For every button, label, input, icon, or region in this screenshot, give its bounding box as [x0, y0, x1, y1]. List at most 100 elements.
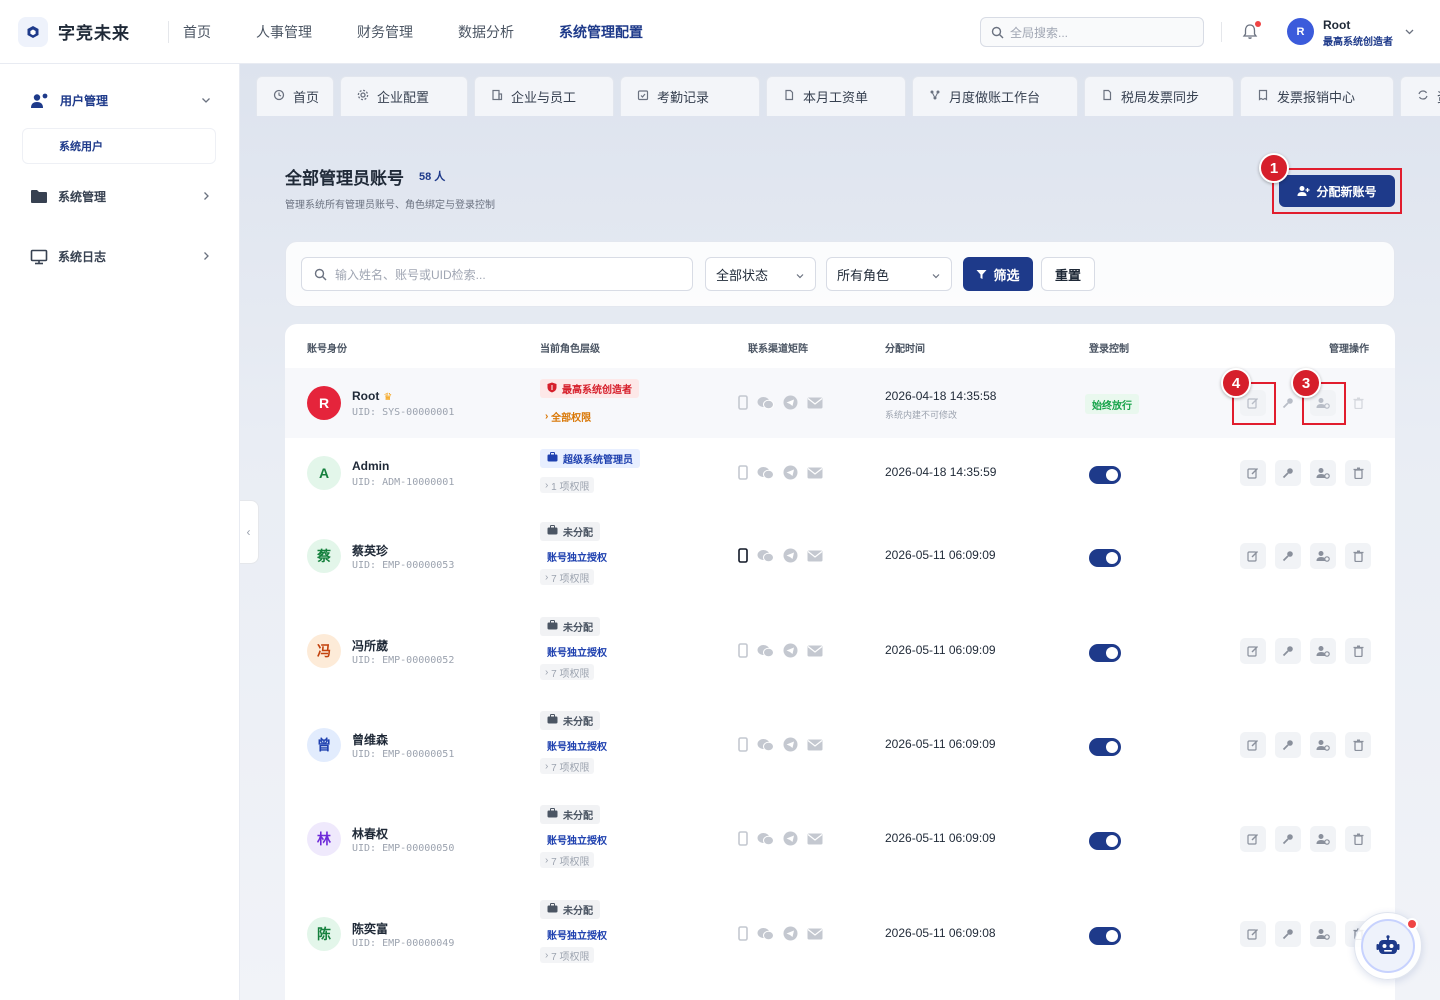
tab-invoice-reimbursement[interactable]: 发票报销中心	[1240, 76, 1394, 116]
mail-icon[interactable]	[807, 833, 823, 845]
assign-role-button[interactable]	[1310, 732, 1336, 758]
phone-icon[interactable]	[738, 395, 748, 410]
tab-tax-invoice-sync[interactable]: 税局发票同步	[1084, 76, 1234, 116]
assign-role-button[interactable]	[1310, 921, 1336, 947]
sidebar-collapse-handle[interactable]: ‹	[240, 500, 259, 564]
mail-icon[interactable]	[807, 550, 823, 562]
delete-button[interactable]	[1345, 543, 1371, 569]
phone-icon[interactable]	[738, 926, 748, 941]
sidebar-item-system-logs[interactable]: 系统日志	[30, 248, 212, 265]
edit-button[interactable]	[1240, 638, 1266, 664]
sidebar-item-system-management[interactable]: 系统管理	[30, 188, 212, 205]
global-search-input[interactable]: 全局搜索...	[980, 17, 1204, 47]
topnav-home[interactable]: 首页	[183, 22, 211, 42]
assign-role-button[interactable]	[1310, 460, 1336, 486]
reset-button[interactable]: 重置	[1041, 257, 1095, 291]
brand[interactable]: 字竞未来	[0, 16, 170, 47]
tab-attendance[interactable]: 考勤记录	[620, 76, 760, 116]
tab-monthly-accounting[interactable]: 月度做账工作台	[912, 76, 1078, 116]
user-name[interactable]: Root	[1323, 18, 1350, 32]
tab-more[interactable]: 资	[1400, 76, 1440, 116]
telegram-icon[interactable]	[783, 831, 798, 846]
mail-icon[interactable]	[807, 739, 823, 751]
chevron-down-icon[interactable]	[1404, 26, 1415, 37]
login-toggle[interactable]	[1089, 466, 1121, 484]
telegram-icon[interactable]	[783, 465, 798, 480]
phone-icon[interactable]	[738, 643, 748, 658]
delete-button[interactable]	[1345, 638, 1371, 664]
wechat-icon[interactable]	[757, 927, 774, 941]
table-row[interactable]: 陈陈奕富 UID: EMP-00000049 未分配 账号独立授权 › 7 项权限 20…	[285, 886, 1395, 982]
reset-password-button[interactable]	[1275, 543, 1301, 569]
telegram-icon[interactable]	[783, 926, 798, 941]
assign-role-button[interactable]	[1310, 543, 1336, 569]
mail-icon[interactable]	[807, 397, 823, 409]
topnav-system-config[interactable]: 系统管理配置	[559, 22, 643, 42]
wechat-icon[interactable]	[757, 738, 774, 752]
mail-icon[interactable]	[807, 928, 823, 940]
telegram-icon[interactable]	[783, 548, 798, 563]
permission-summary[interactable]: › 全部权限	[540, 408, 596, 424]
sidebar-item-user-management[interactable]: 用户管理	[30, 92, 212, 109]
mail-icon[interactable]	[807, 645, 823, 657]
reset-password-button[interactable]	[1275, 921, 1301, 947]
reset-password-button[interactable]	[1275, 732, 1301, 758]
permission-summary[interactable]: › 7 项权限	[540, 758, 595, 774]
tab-payroll[interactable]: 本月工资单	[766, 76, 906, 116]
permission-summary[interactable]: › 7 项权限	[540, 664, 595, 680]
user-avatar[interactable]: R	[1287, 18, 1314, 45]
delete-button[interactable]	[1345, 390, 1371, 416]
login-toggle[interactable]	[1089, 738, 1121, 756]
sidebar-subitem-system-users[interactable]: 系统用户	[22, 128, 216, 164]
edit-button[interactable]	[1240, 921, 1266, 947]
role-select[interactable]: 所有角色	[826, 257, 952, 291]
telegram-icon[interactable]	[783, 643, 798, 658]
assign-role-button[interactable]	[1310, 638, 1336, 664]
table-row[interactable]: 冯冯所葳 UID: EMP-00000052 未分配 账号独立授权 › 7 项权限 20…	[285, 604, 1395, 698]
table-row[interactable]: 蔡蔡英珍 UID: EMP-00000053 未分配 账号独立授权 › 7 项权限 20…	[285, 508, 1395, 604]
reset-password-button[interactable]	[1275, 826, 1301, 852]
filter-button[interactable]: 筛选	[963, 257, 1033, 291]
edit-button[interactable]	[1240, 826, 1266, 852]
delete-button[interactable]	[1345, 826, 1371, 852]
permission-summary[interactable]: › 1 项权限	[540, 477, 595, 493]
login-toggle[interactable]	[1089, 832, 1121, 850]
topnav-finance[interactable]: 财务管理	[357, 22, 413, 42]
tab-enterprise-staff[interactable]: 企业与员工	[474, 76, 614, 116]
reset-password-button[interactable]	[1275, 460, 1301, 486]
wechat-icon[interactable]	[757, 644, 774, 658]
account-search-input[interactable]: 输入姓名、账号或UID检索...	[301, 257, 693, 291]
telegram-icon[interactable]	[783, 395, 798, 410]
phone-icon[interactable]	[738, 737, 748, 752]
table-row[interactable]: 曾曾维森 UID: EMP-00000051 未分配 账号独立授权 › 7 项权限 20…	[285, 698, 1395, 792]
edit-button[interactable]	[1240, 460, 1266, 486]
wechat-icon[interactable]	[757, 832, 774, 846]
table-row[interactable]: 林林春权 UID: EMP-00000050 未分配 账号独立授权 › 7 项权限 20…	[285, 792, 1395, 886]
phone-icon[interactable]	[738, 548, 748, 563]
phone-icon[interactable]	[738, 465, 748, 480]
wechat-icon[interactable]	[757, 549, 774, 563]
edit-button[interactable]	[1240, 732, 1266, 758]
tab-enterprise-config[interactable]: 企业配置	[340, 76, 468, 116]
edit-button[interactable]	[1240, 543, 1266, 569]
status-select[interactable]: 全部状态	[705, 257, 816, 291]
login-toggle[interactable]	[1089, 549, 1121, 567]
delete-button[interactable]	[1345, 732, 1371, 758]
assign-role-button[interactable]	[1310, 826, 1336, 852]
telegram-icon[interactable]	[783, 737, 798, 752]
wechat-icon[interactable]	[757, 396, 774, 410]
topnav-analytics[interactable]: 数据分析	[458, 22, 514, 42]
wechat-icon[interactable]	[757, 466, 774, 480]
delete-button[interactable]	[1345, 460, 1371, 486]
login-toggle[interactable]	[1089, 927, 1121, 945]
permission-summary[interactable]: › 7 项权限	[540, 569, 595, 585]
mail-icon[interactable]	[807, 467, 823, 479]
login-toggle[interactable]	[1089, 644, 1121, 662]
table-row[interactable]: A Admin UID: ADM-10000001 超级系统管理员 › 1 项权限 20…	[285, 438, 1395, 508]
topnav-hr[interactable]: 人事管理	[256, 22, 312, 42]
permission-summary[interactable]: › 7 项权限	[540, 852, 595, 868]
tab-home[interactable]: 首页	[256, 76, 334, 116]
reset-password-button[interactable]	[1275, 638, 1301, 664]
permission-summary[interactable]: › 7 项权限	[540, 947, 595, 963]
phone-icon[interactable]	[738, 831, 748, 846]
